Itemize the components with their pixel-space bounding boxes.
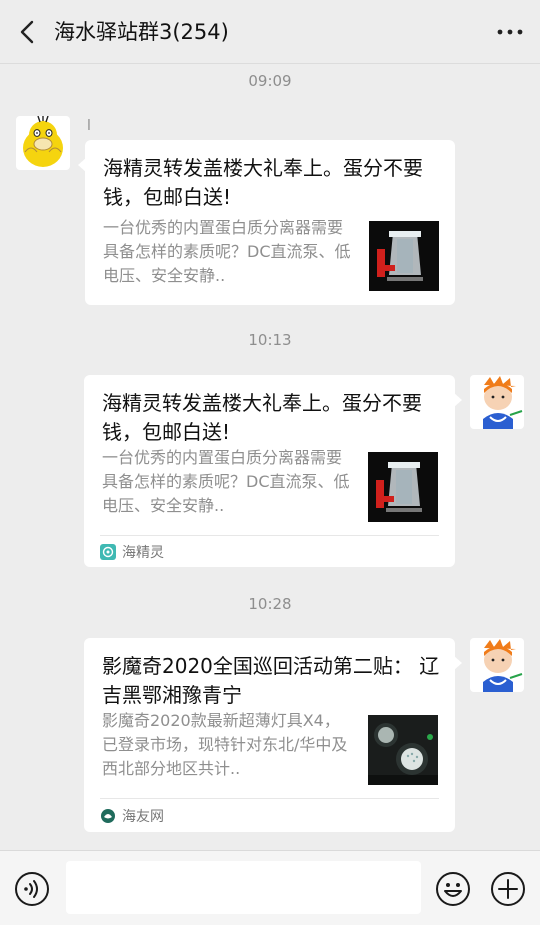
card-description: 一台优秀的内置蛋白质分离器需要具备怎样的素质呢？DC直流泵、低电压、安全安静.. <box>103 218 351 285</box>
avatar[interactable] <box>470 375 524 429</box>
sender-name: l <box>87 118 91 134</box>
emoji-icon[interactable] <box>435 871 471 907</box>
timestamp: 10:13 <box>248 331 292 349</box>
timestamp: 09:09 <box>248 72 292 90</box>
chat-title: 海水驿站群3(254) <box>54 20 229 44</box>
haijingling-logo-icon <box>100 544 116 560</box>
card-source[interactable]: 海精灵 <box>100 542 164 562</box>
plus-circle-icon[interactable] <box>490 871 526 907</box>
avatar[interactable] <box>470 638 524 692</box>
message-input[interactable] <box>66 861 421 914</box>
chevron-left-icon[interactable] <box>14 16 42 48</box>
card-source[interactable]: 海友网 <box>100 806 164 826</box>
card-thumbnail <box>368 452 438 522</box>
voice-icon[interactable] <box>14 871 50 907</box>
card-divider <box>100 798 439 799</box>
avatar[interactable] <box>16 116 70 170</box>
link-card[interactable]: 影魔奇2020全国巡回活动第二贴： 辽吉黑鄂湘豫青宁 影魔奇2020款最新超薄灯… <box>84 638 462 832</box>
card-title: 海精灵转发盖楼大礼奉上。蛋分不要钱，包邮白送! <box>103 156 423 209</box>
card-title: 影魔奇2020全国巡回活动第二贴： 辽吉黑鄂湘豫青宁 <box>102 654 440 707</box>
card-title: 海精灵转发盖楼大礼奉上。蛋分不要钱，包邮白送! <box>102 391 422 444</box>
card-description: 影魔奇2020款最新超薄灯具X4，已登录市场，现特针对东北/华中及西北部分地区共… <box>102 711 348 778</box>
link-card[interactable]: 海精灵转发盖楼大礼奉上。蛋分不要钱，包邮白送! 一台优秀的内置蛋白质分离器需要具… <box>78 140 455 305</box>
chat-header: 海水驿站群3(254) <box>0 0 540 64</box>
card-divider <box>100 535 439 536</box>
card-thumbnail <box>369 221 439 291</box>
card-thumbnail <box>368 715 438 785</box>
chat-input-bar <box>0 850 540 925</box>
card-description: 一台优秀的内置蛋白质分离器需要具备怎样的素质呢？DC直流泵、低电压、安全安静.. <box>102 448 350 515</box>
timestamp: 10:28 <box>248 595 292 613</box>
card-source-label: 海友网 <box>122 809 164 825</box>
more-dots-icon[interactable] <box>494 16 526 48</box>
haiyouwang-logo-icon <box>100 808 116 824</box>
card-source-label: 海精灵 <box>122 545 164 561</box>
link-card[interactable]: 海精灵转发盖楼大礼奉上。蛋分不要钱，包邮白送! 一台优秀的内置蛋白质分离器需要具… <box>84 375 462 567</box>
